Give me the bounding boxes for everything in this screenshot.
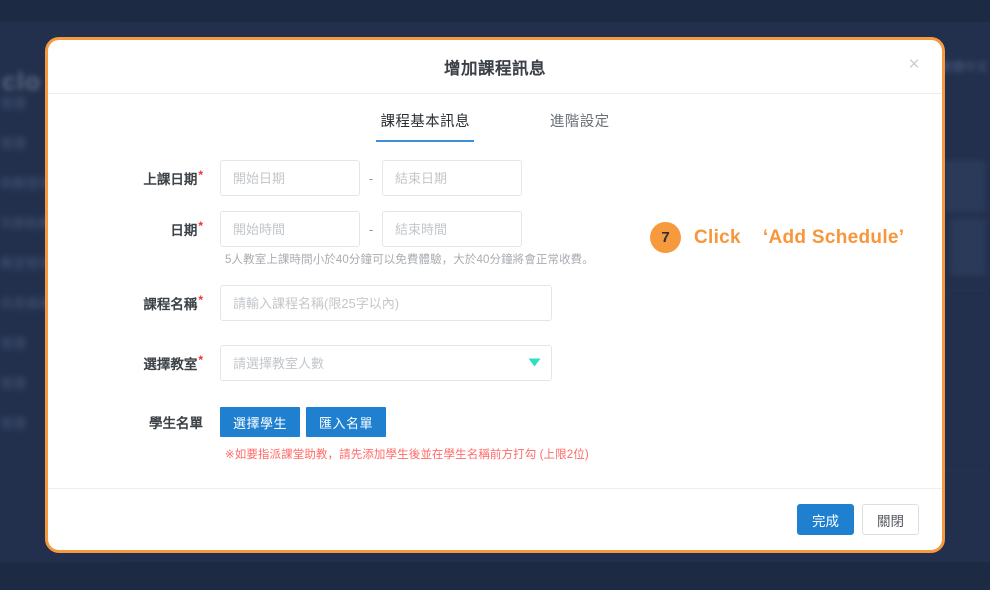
modal-tabs: 課程基本訊息 進階設定 <box>48 94 942 142</box>
required-asterisk: * <box>198 219 203 233</box>
tab-advanced-settings[interactable]: 進階設定 <box>550 110 610 142</box>
background-topbar <box>0 0 990 22</box>
add-course-modal: 增加課程訊息 × 課程基本訊息 進階設定 上課日期* - 日期* - 5人教室上… <box>45 37 945 553</box>
tab-course-basic-info[interactable]: 課程基本訊息 <box>376 110 475 142</box>
start-time-input[interactable] <box>220 211 360 247</box>
page-title: 增加課程訊息 <box>444 59 546 78</box>
modal-header: 增加課程訊息 × <box>48 40 942 94</box>
close-button[interactable]: 關閉 <box>862 504 919 535</box>
time-label: 日期* <box>48 219 220 239</box>
background-nav-item: 管理 <box>0 416 27 431</box>
classroom-select-input[interactable] <box>220 345 552 381</box>
class-date-label: 上課日期* <box>48 168 220 188</box>
time-hint-text: 5人教室上課時間小於40分鐘可以免費體驗，大於40分鐘將會正常收費。 <box>225 254 594 266</box>
form-row-classroom: 選擇教室* <box>48 345 942 381</box>
course-name-label-text: 課程名稱 <box>143 297 198 312</box>
course-name-label: 課程名稱* <box>48 293 220 313</box>
confirm-button[interactable]: 完成 <box>797 504 854 535</box>
class-start-date-input[interactable] <box>220 160 360 196</box>
background-blob <box>944 160 986 212</box>
form-row-time-hint: 5人教室上課時間小於40分鐘可以免費體驗，大於40分鐘將會正常收費。 <box>48 251 942 267</box>
select-students-button[interactable]: 選擇學生 <box>220 407 301 437</box>
background-nav-item: 管理 <box>0 136 27 151</box>
background-nav-item: 管理 <box>0 336 27 351</box>
close-icon[interactable]: × <box>903 54 925 76</box>
classroom-label: 選擇教室* <box>48 353 220 373</box>
course-name-input[interactable] <box>220 285 552 321</box>
form-row-class-date: 上課日期* - <box>48 160 942 196</box>
modal-footer: 完成 關閉 <box>48 488 942 550</box>
course-form: 上課日期* - 日期* - 5人教室上課時間小於40分鐘可以免費體驗，大於40分… <box>48 142 942 462</box>
student-list-warning-text: ※如要指派課堂助教，請先添加學生後並在學生名稱前方打勾 (上限2位) <box>225 449 589 461</box>
required-asterisk: * <box>198 168 203 182</box>
background-nav-item: 管理 <box>0 96 27 111</box>
date-range-separator: - <box>368 170 374 186</box>
form-row-course-name: 課程名稱* <box>48 285 942 321</box>
classroom-label-text: 選擇教室 <box>143 357 198 372</box>
required-asterisk: * <box>198 353 203 367</box>
form-row-student-warning: ※如要指派課堂助教，請先添加學生後並在學生名稱前方打勾 (上限2位) <box>48 446 942 462</box>
form-row-student-list: 學生名單 選擇學生 匯入名單 <box>48 407 942 437</box>
classroom-select-wrapper <box>220 345 552 381</box>
form-row-time: 日期* - <box>48 211 942 247</box>
required-asterisk: * <box>198 293 203 307</box>
import-list-button[interactable]: 匯入名單 <box>306 407 387 437</box>
background-blob <box>950 218 986 276</box>
class-end-date-input[interactable] <box>382 160 522 196</box>
background-bottombar <box>0 562 990 590</box>
background-language-label: 繁體中文 <box>939 60 988 74</box>
student-list-label: 學生名單 <box>149 416 203 431</box>
class-date-label-text: 上課日期 <box>143 172 198 187</box>
background-nav-item: 管理 <box>0 376 27 391</box>
time-label-text: 日期 <box>170 223 198 238</box>
time-range-separator: - <box>368 221 374 237</box>
end-time-input[interactable] <box>382 211 522 247</box>
